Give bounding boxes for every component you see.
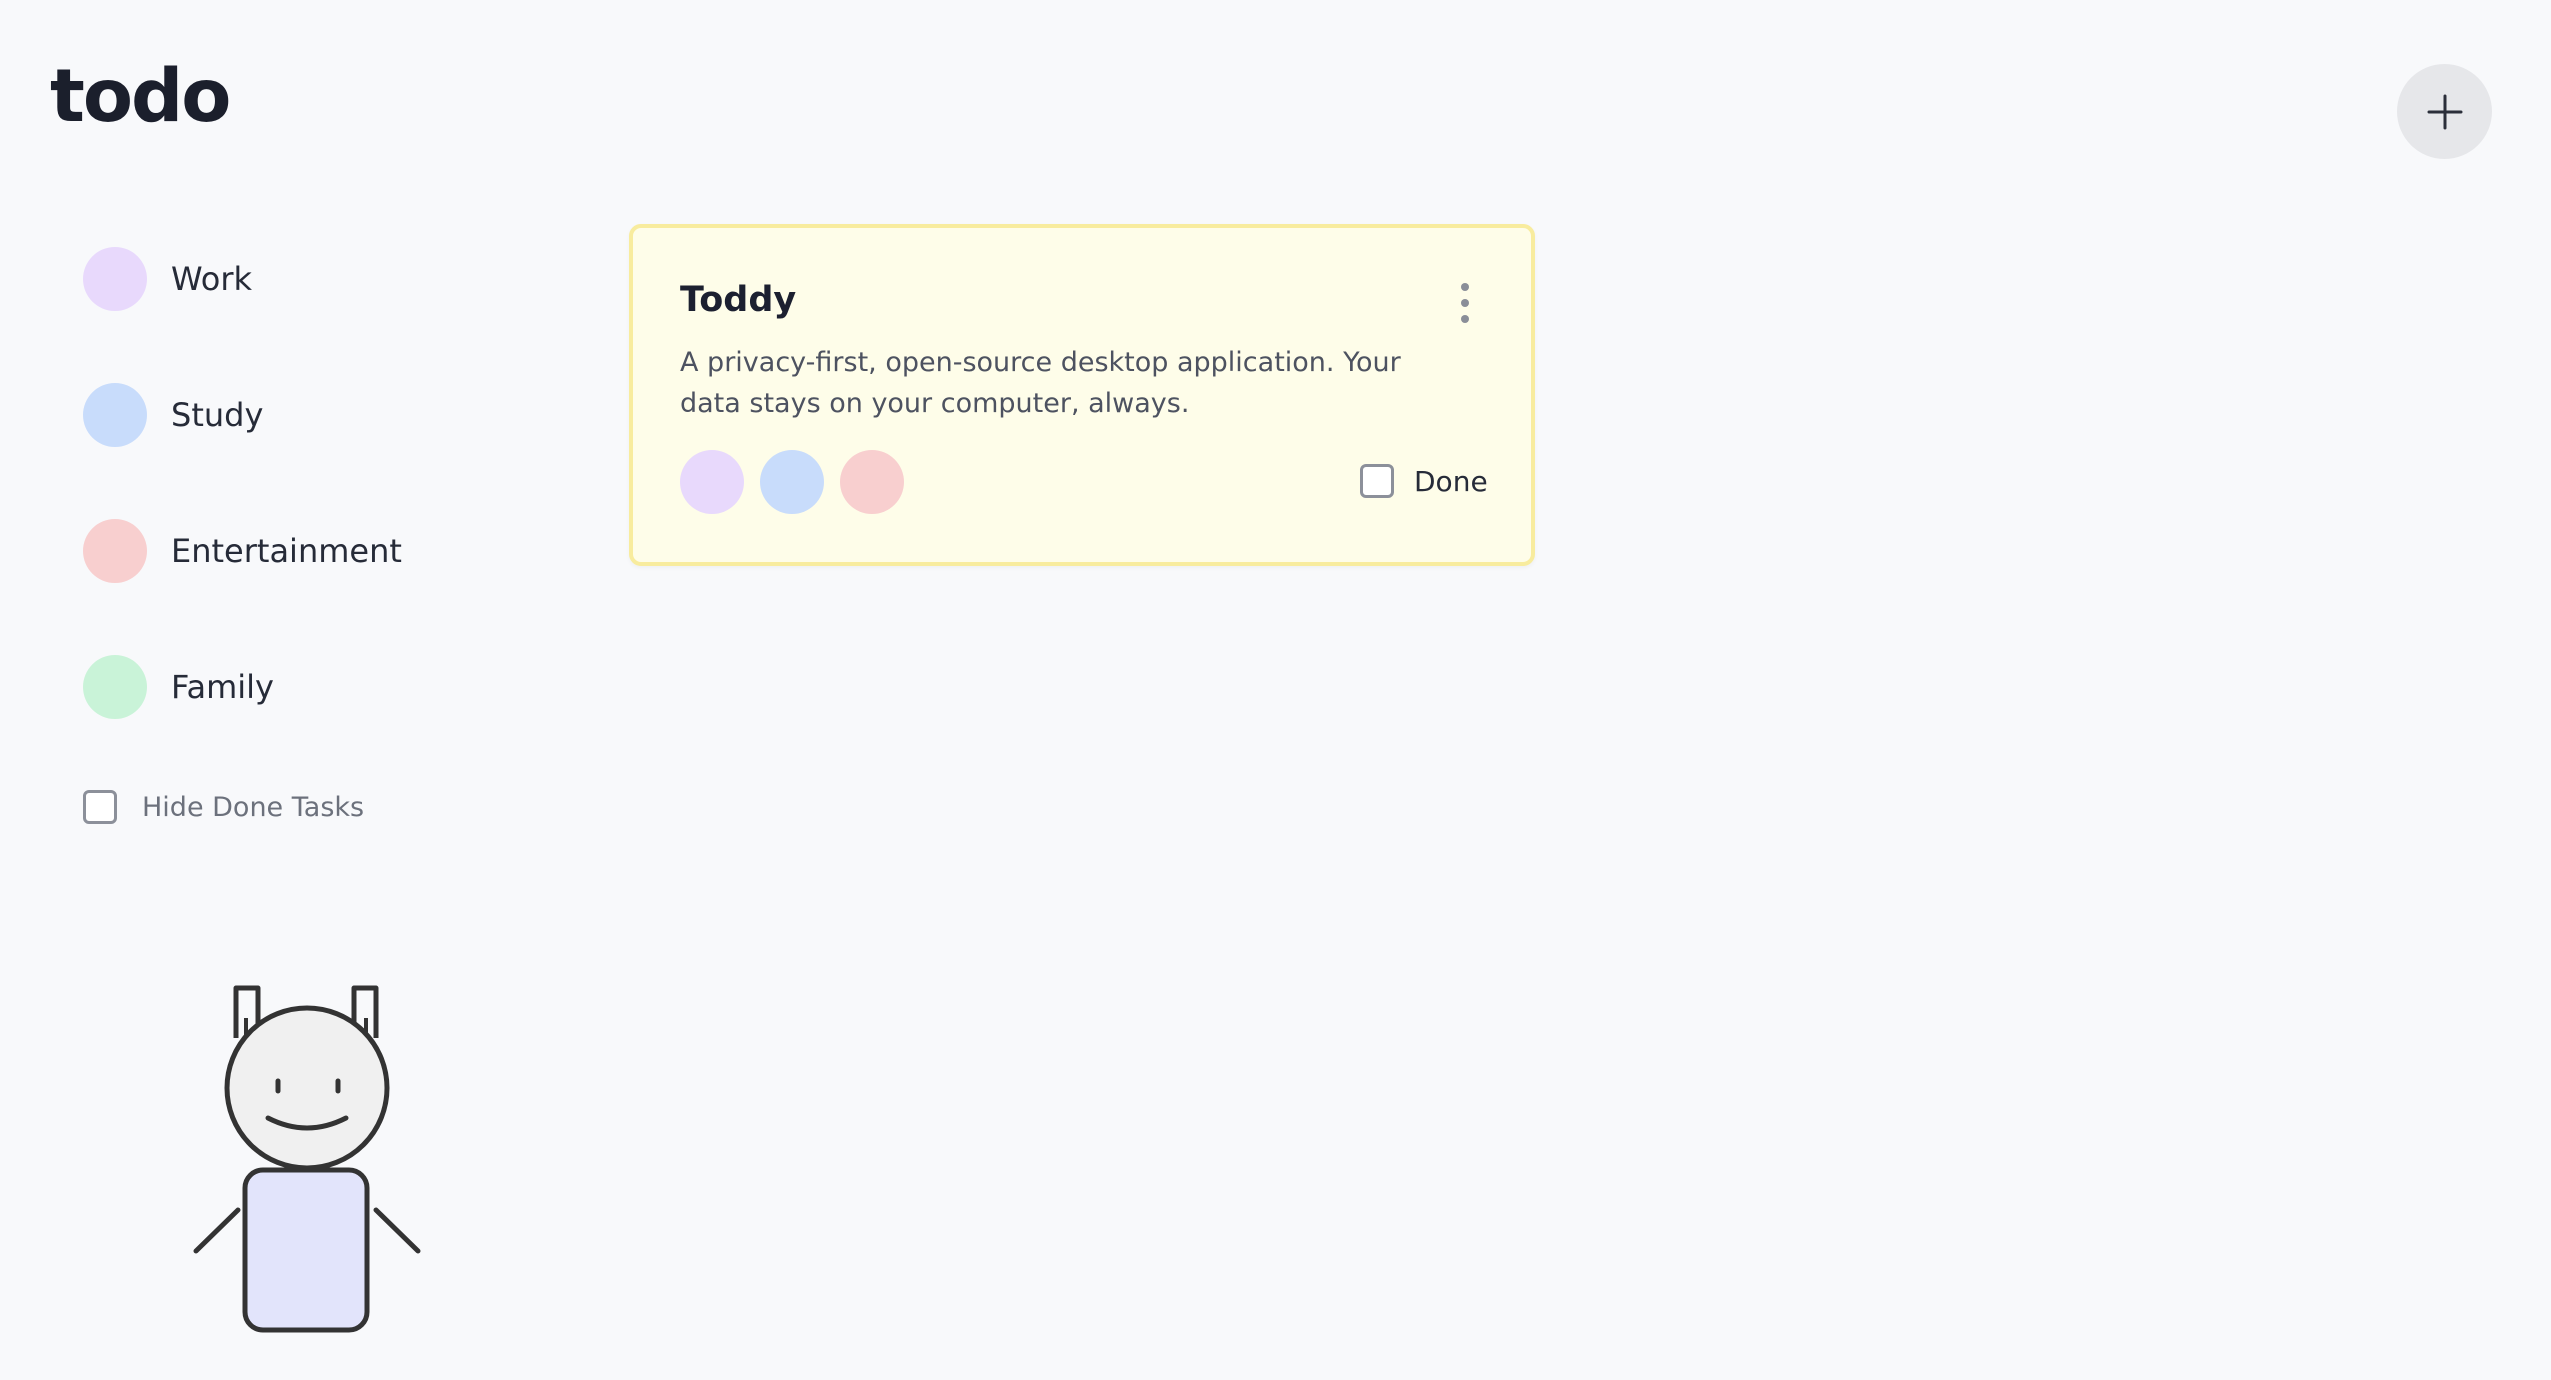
task-description: A privacy-first, open-source desktop app… [680, 347, 1401, 419]
hide-done-tasks-toggle[interactable]: Hide Done Tasks [83, 790, 364, 824]
sidebar-item-entertainment[interactable]: Entertainment [83, 519, 523, 583]
app-title: todo [50, 54, 231, 139]
category-label: Entertainment [171, 532, 402, 570]
hide-done-checkbox[interactable] [83, 790, 117, 824]
sidebar-item-family[interactable]: Family [83, 655, 523, 719]
add-task-button[interactable] [2397, 64, 2492, 159]
category-label: Study [171, 396, 264, 434]
more-vertical-icon[interactable] [1455, 283, 1475, 323]
task-tag-entertainment [840, 450, 904, 514]
category-color-dot [83, 247, 147, 311]
plus-icon [2427, 94, 2462, 129]
task-done-checkbox[interactable] [1360, 464, 1394, 498]
task-tag-work [680, 450, 744, 514]
sidebar-item-work[interactable]: Work [83, 247, 523, 311]
category-label: Family [171, 668, 274, 706]
category-color-dot [83, 383, 147, 447]
category-color-dot [83, 655, 147, 719]
task-card[interactable]: Toddy A privacy-first, open-source deskt… [629, 224, 1535, 566]
sidebar-item-study[interactable]: Study [83, 383, 523, 447]
category-sidebar: Work Study Entertainment Family [83, 247, 523, 791]
task-done-toggle[interactable]: Done [1360, 464, 1488, 498]
robot-mascot-icon [193, 985, 421, 1333]
task-title: Toddy [680, 280, 797, 320]
hide-done-label: Hide Done Tasks [142, 791, 365, 823]
category-label: Work [171, 260, 253, 298]
category-color-dot [83, 519, 147, 583]
task-tag-study [760, 450, 824, 514]
task-tags [680, 450, 920, 514]
task-done-label: Done [1414, 464, 1488, 498]
